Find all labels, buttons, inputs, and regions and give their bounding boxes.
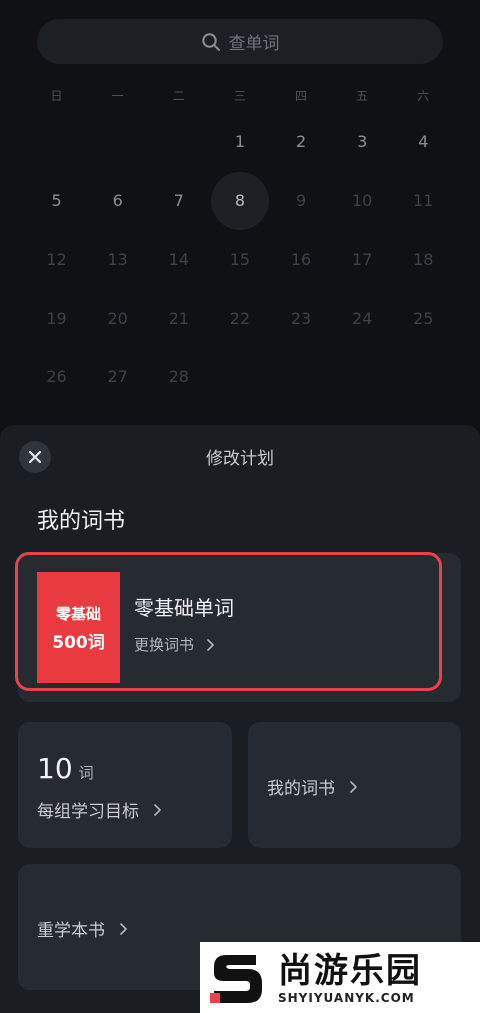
calendar-day: 22	[229, 309, 251, 328]
calendar-day	[271, 348, 332, 406]
sheet-title: 修改计划	[206, 449, 274, 469]
book-name: 零基础单词	[134, 596, 234, 620]
weekday-mon: 一	[111, 89, 124, 103]
calendar-day: 18	[413, 250, 434, 269]
calendar-day: 23	[290, 309, 312, 328]
search-placeholder: 查单词	[228, 34, 280, 54]
calendar-day	[148, 113, 209, 171]
calendar-week-2: 5 6 7 8 9 10 11	[26, 172, 454, 230]
section-title: 我的词书	[37, 509, 126, 534]
calendar-day[interactable]: 4	[393, 113, 454, 171]
calendar-day: 19	[46, 309, 67, 328]
my-books-label-text: 我的词书	[267, 779, 335, 799]
chevron-right-icon	[120, 922, 127, 935]
cover-title: 零基础	[55, 604, 101, 623]
calendar-day: 9	[295, 191, 307, 210]
weekday-fri: 五	[356, 89, 369, 103]
calendar-day	[87, 113, 148, 171]
calendar-day[interactable]: 1	[209, 113, 270, 171]
calendar-day	[26, 113, 87, 171]
calendar-day: 11	[413, 191, 434, 210]
calendar-day: 10	[352, 191, 373, 210]
calendar-week-1: 1 2 3 4	[26, 113, 454, 171]
goal-value: 10	[37, 752, 73, 785]
calendar-week-5: 26 27 28	[26, 348, 454, 406]
calendar-week-3: 12 13 14 15 16 17 18	[26, 231, 454, 289]
watermark: 尚游乐园 SHYIYUANYK.COM	[200, 942, 480, 1013]
watermark-cn: 尚游乐园	[278, 950, 422, 991]
watermark-logo-icon	[210, 954, 262, 1003]
goal-count: 10 词	[37, 752, 94, 785]
weekday-sun: 日	[50, 89, 63, 103]
calendar-day: 26	[46, 367, 67, 386]
change-book-label: 更换词书	[134, 636, 195, 654]
weekday-tue: 二	[172, 89, 185, 103]
search-icon	[201, 32, 220, 51]
calendar-weekdays: 日 一 二 三 四 五 六	[26, 86, 454, 106]
chevron-right-icon	[350, 780, 357, 793]
change-book-link[interactable]: 更换词书	[134, 634, 214, 655]
calendar-day: 17	[352, 250, 373, 269]
calendar-day: 21	[168, 309, 189, 328]
goal-label-text: 每组学习目标	[37, 802, 139, 822]
chevron-right-icon	[154, 803, 161, 816]
calendar-day[interactable]: 3	[332, 113, 393, 171]
calendar-day	[209, 348, 270, 406]
watermark-en: SHYIYUANYK.COM	[278, 990, 415, 1005]
calendar-day[interactable]: 2	[271, 113, 332, 171]
calendar-day	[393, 348, 454, 406]
weekday-sat: 六	[417, 89, 430, 103]
calendar-day[interactable]: 5	[26, 172, 87, 230]
calendar-day: 12	[46, 250, 67, 269]
calendar-day	[332, 348, 393, 406]
calendar-day: 28	[168, 367, 189, 386]
calendar-day: 15	[229, 250, 251, 269]
restudy-label-text: 重学本书	[37, 921, 105, 941]
search-bar[interactable]: 查单词	[37, 19, 443, 64]
daily-goal-card[interactable]	[18, 722, 232, 848]
calendar-day: 13	[107, 250, 128, 269]
chevron-right-icon	[207, 638, 214, 651]
calendar-day: 27	[107, 367, 128, 386]
weekday-wed: 三	[233, 89, 246, 103]
calendar-day: 20	[107, 309, 128, 328]
calendar-day: 16	[290, 250, 312, 269]
calendar-day: 25	[413, 309, 434, 328]
cover-subtitle: 500词	[52, 632, 105, 653]
book-cover: 零基础 500词	[37, 572, 120, 683]
calendar-day: 14	[168, 250, 189, 269]
calendar-day: 24	[352, 309, 373, 328]
calendar-day[interactable]: 7	[148, 172, 209, 230]
today-label: 8	[210, 172, 269, 230]
calendar-day[interactable]: 6	[87, 172, 148, 230]
goal-unit: 词	[78, 764, 94, 782]
calendar-week-4: 19 20 21 22 23 24 25	[26, 290, 454, 348]
restudy-label: 重学本书	[37, 916, 127, 941]
weekday-thu: 四	[295, 89, 308, 103]
calendar-day-today[interactable]: 8	[209, 172, 270, 230]
goal-label: 每组学习目标	[37, 797, 161, 822]
my-books-label: 我的词书	[267, 774, 357, 799]
